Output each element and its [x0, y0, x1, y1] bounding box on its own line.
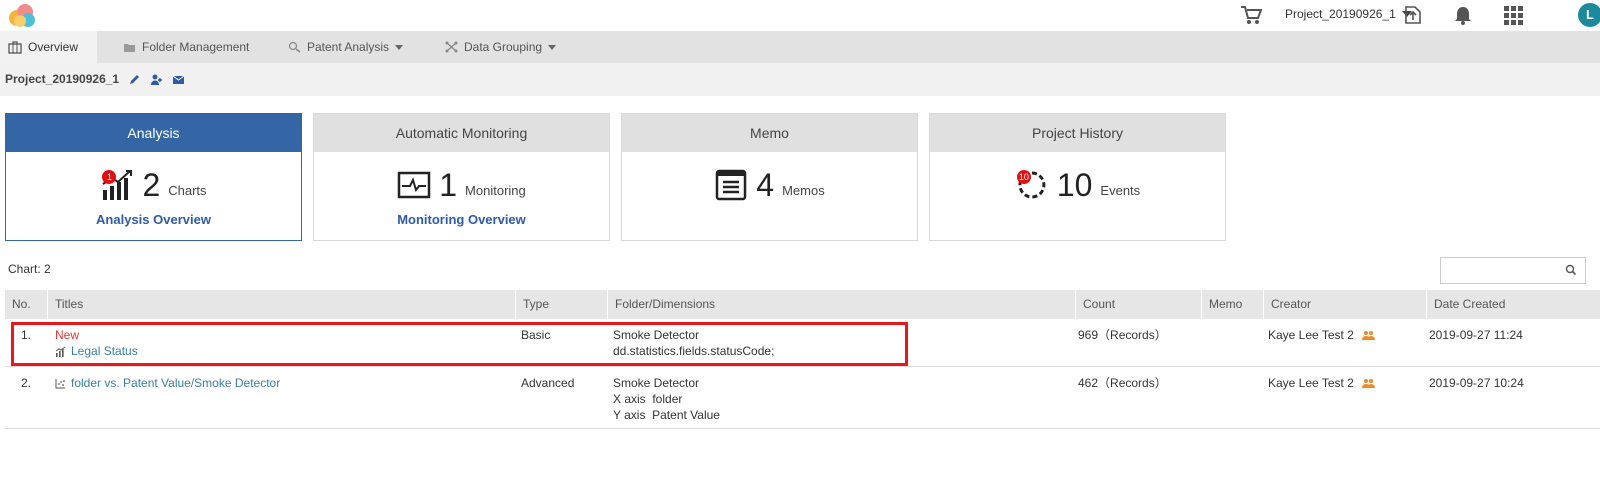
chart-title-text: Legal Status	[71, 344, 138, 358]
card-count: 2	[142, 167, 161, 203]
row-folder-dimensions: Smoke Detector X axis folder Y axis Pate…	[613, 375, 720, 423]
column-header-titles[interactable]: Titles	[47, 290, 515, 319]
chart-title-link[interactable]: Legal Status	[55, 343, 138, 359]
card-unit: Charts	[168, 183, 207, 198]
chart-title-link[interactable]: folder vs. Patent Value/Smoke Detector	[55, 375, 280, 391]
row-title-cell: New Legal Status	[55, 327, 138, 361]
column-header-creator[interactable]: Creator	[1263, 290, 1426, 319]
folder-name: Smoke Detector	[613, 376, 700, 390]
row-type: Basic	[521, 328, 551, 342]
row-creator: Kaye Lee Test 2	[1268, 375, 1375, 391]
users-icon[interactable]	[1361, 378, 1375, 388]
card-title: Analysis	[6, 114, 301, 152]
project-selector[interactable]: Project_20190926_1	[1285, 7, 1412, 21]
mail-icon[interactable]	[172, 73, 185, 86]
memo-card[interactable]: Memo 4 Memos	[621, 113, 918, 241]
row-title-cell: folder vs. Patent Value/Smoke Detector	[55, 375, 280, 393]
users-icon[interactable]	[1361, 330, 1375, 340]
tab-data-grouping-label: Data Grouping	[464, 40, 543, 54]
edit-icon[interactable]	[128, 73, 141, 86]
card-count: 1	[439, 167, 458, 203]
table-row[interactable]: 1. New Legal Status Basic Smoke Detector…	[5, 319, 1600, 367]
x-axis-dimension: X axis folder	[613, 392, 683, 406]
creator-name: Kaye Lee Test 2	[1268, 328, 1354, 342]
analysis-icon	[288, 41, 301, 53]
row-count: 462（Records）	[1078, 376, 1167, 390]
tab-data-grouping[interactable]: Data Grouping	[437, 31, 564, 63]
add-user-icon[interactable]	[150, 73, 163, 86]
row-date-created: 2019-09-27 11:24	[1429, 328, 1523, 342]
row-number: 1.	[21, 328, 32, 342]
scatter-chart-icon	[55, 378, 65, 388]
card-title: Automatic Monitoring	[314, 114, 609, 152]
main-tab-bar: Overview Folder Management Patent Analys…	[0, 31, 1600, 63]
card-title: Memo	[622, 114, 917, 152]
project-selector-label: Project_20190926_1	[1285, 7, 1396, 21]
chart-title-text: folder vs. Patent Value/Smoke Detector	[71, 376, 281, 390]
card-unit: Events	[1100, 183, 1141, 198]
search-input[interactable]	[1441, 258, 1561, 283]
memo-list-icon	[714, 168, 748, 202]
column-header-memo[interactable]: Memo	[1201, 290, 1263, 319]
new-label: New	[55, 328, 80, 342]
card-unit: Memos	[782, 183, 825, 198]
grouping-icon	[445, 41, 458, 53]
row-date-created: 2019-09-27 10:24	[1429, 376, 1524, 390]
chevron-down-icon	[395, 44, 404, 50]
tab-folder-management-label: Folder Management	[142, 40, 250, 54]
briefcase-icon	[8, 40, 22, 54]
bar-chart-icon	[55, 346, 66, 357]
monitoring-card[interactable]: Automatic Monitoring 1 Monitoring Monito…	[313, 113, 610, 241]
tab-patent-analysis-label: Patent Analysis	[307, 40, 390, 54]
chart-count-label: Chart: 2	[8, 262, 51, 276]
analysis-overview-link[interactable]: Analysis Overview	[6, 212, 301, 227]
tab-overview-label: Overview	[28, 40, 79, 54]
search-box[interactable]	[1440, 257, 1586, 284]
dimension-text: dd.statistics.fields.statusCode;	[613, 344, 775, 358]
monitor-pulse-icon	[397, 168, 431, 202]
avatar[interactable]: L	[1578, 3, 1600, 27]
card-count: 10	[1056, 167, 1093, 203]
row-count: 969（Records）	[1078, 328, 1167, 342]
row-number: 2.	[21, 376, 32, 390]
cloud-logo-icon[interactable]	[6, 2, 38, 28]
column-header-folder-dimensions[interactable]: Folder/Dimensions	[607, 290, 1075, 319]
cart-icon[interactable]	[1240, 5, 1262, 25]
row-type: Advanced	[521, 376, 575, 390]
table-row[interactable]: 2. folder vs. Patent Value/Smoke Detecto…	[5, 367, 1600, 429]
chevron-down-icon	[548, 44, 557, 50]
project-subheader: Project_20190926_1	[0, 63, 1600, 96]
tab-folder-management[interactable]: Folder Management	[115, 31, 257, 63]
row-creator: Kaye Lee Test 2	[1268, 327, 1375, 343]
row-folder-dimensions: Smoke Detector dd.statistics.fields.stat…	[613, 327, 774, 359]
table-header: No. Titles Type Folder/Dimensions Count …	[5, 290, 1600, 319]
project-name: Project_20190926_1	[5, 72, 120, 86]
column-header-type[interactable]: Type	[515, 290, 607, 319]
project-history-card[interactable]: Project History 10 10 Events	[929, 113, 1226, 241]
apps-grid-icon[interactable]	[1502, 4, 1524, 26]
export-icon[interactable]	[1402, 4, 1424, 26]
bar-chart-icon: 1	[100, 168, 134, 202]
tab-patent-analysis[interactable]: Patent Analysis	[280, 31, 411, 63]
notification-badge: 10	[1016, 170, 1031, 184]
top-bar: Project_20190926_1 L	[0, 0, 1600, 31]
history-icon: 10	[1015, 168, 1049, 202]
column-header-count[interactable]: Count	[1075, 290, 1201, 319]
creator-name: Kaye Lee Test 2	[1268, 376, 1354, 390]
y-axis-dimension: Y axis Patent Value	[613, 408, 720, 422]
analysis-card[interactable]: Analysis 1 2 Charts Analysis Overview	[5, 113, 302, 241]
bell-icon[interactable]	[1452, 4, 1474, 26]
monitoring-overview-link[interactable]: Monitoring Overview	[314, 212, 609, 227]
column-header-no[interactable]: No.	[5, 290, 47, 319]
folder-icon	[124, 43, 135, 52]
card-count: 4	[756, 167, 775, 203]
tab-overview[interactable]: Overview	[0, 31, 97, 63]
card-unit: Monitoring	[465, 183, 526, 198]
search-icon[interactable]	[1565, 264, 1577, 276]
folder-name: Smoke Detector	[613, 328, 700, 342]
card-title: Project History	[930, 114, 1225, 152]
column-header-date-created[interactable]: Date Created	[1426, 290, 1600, 319]
